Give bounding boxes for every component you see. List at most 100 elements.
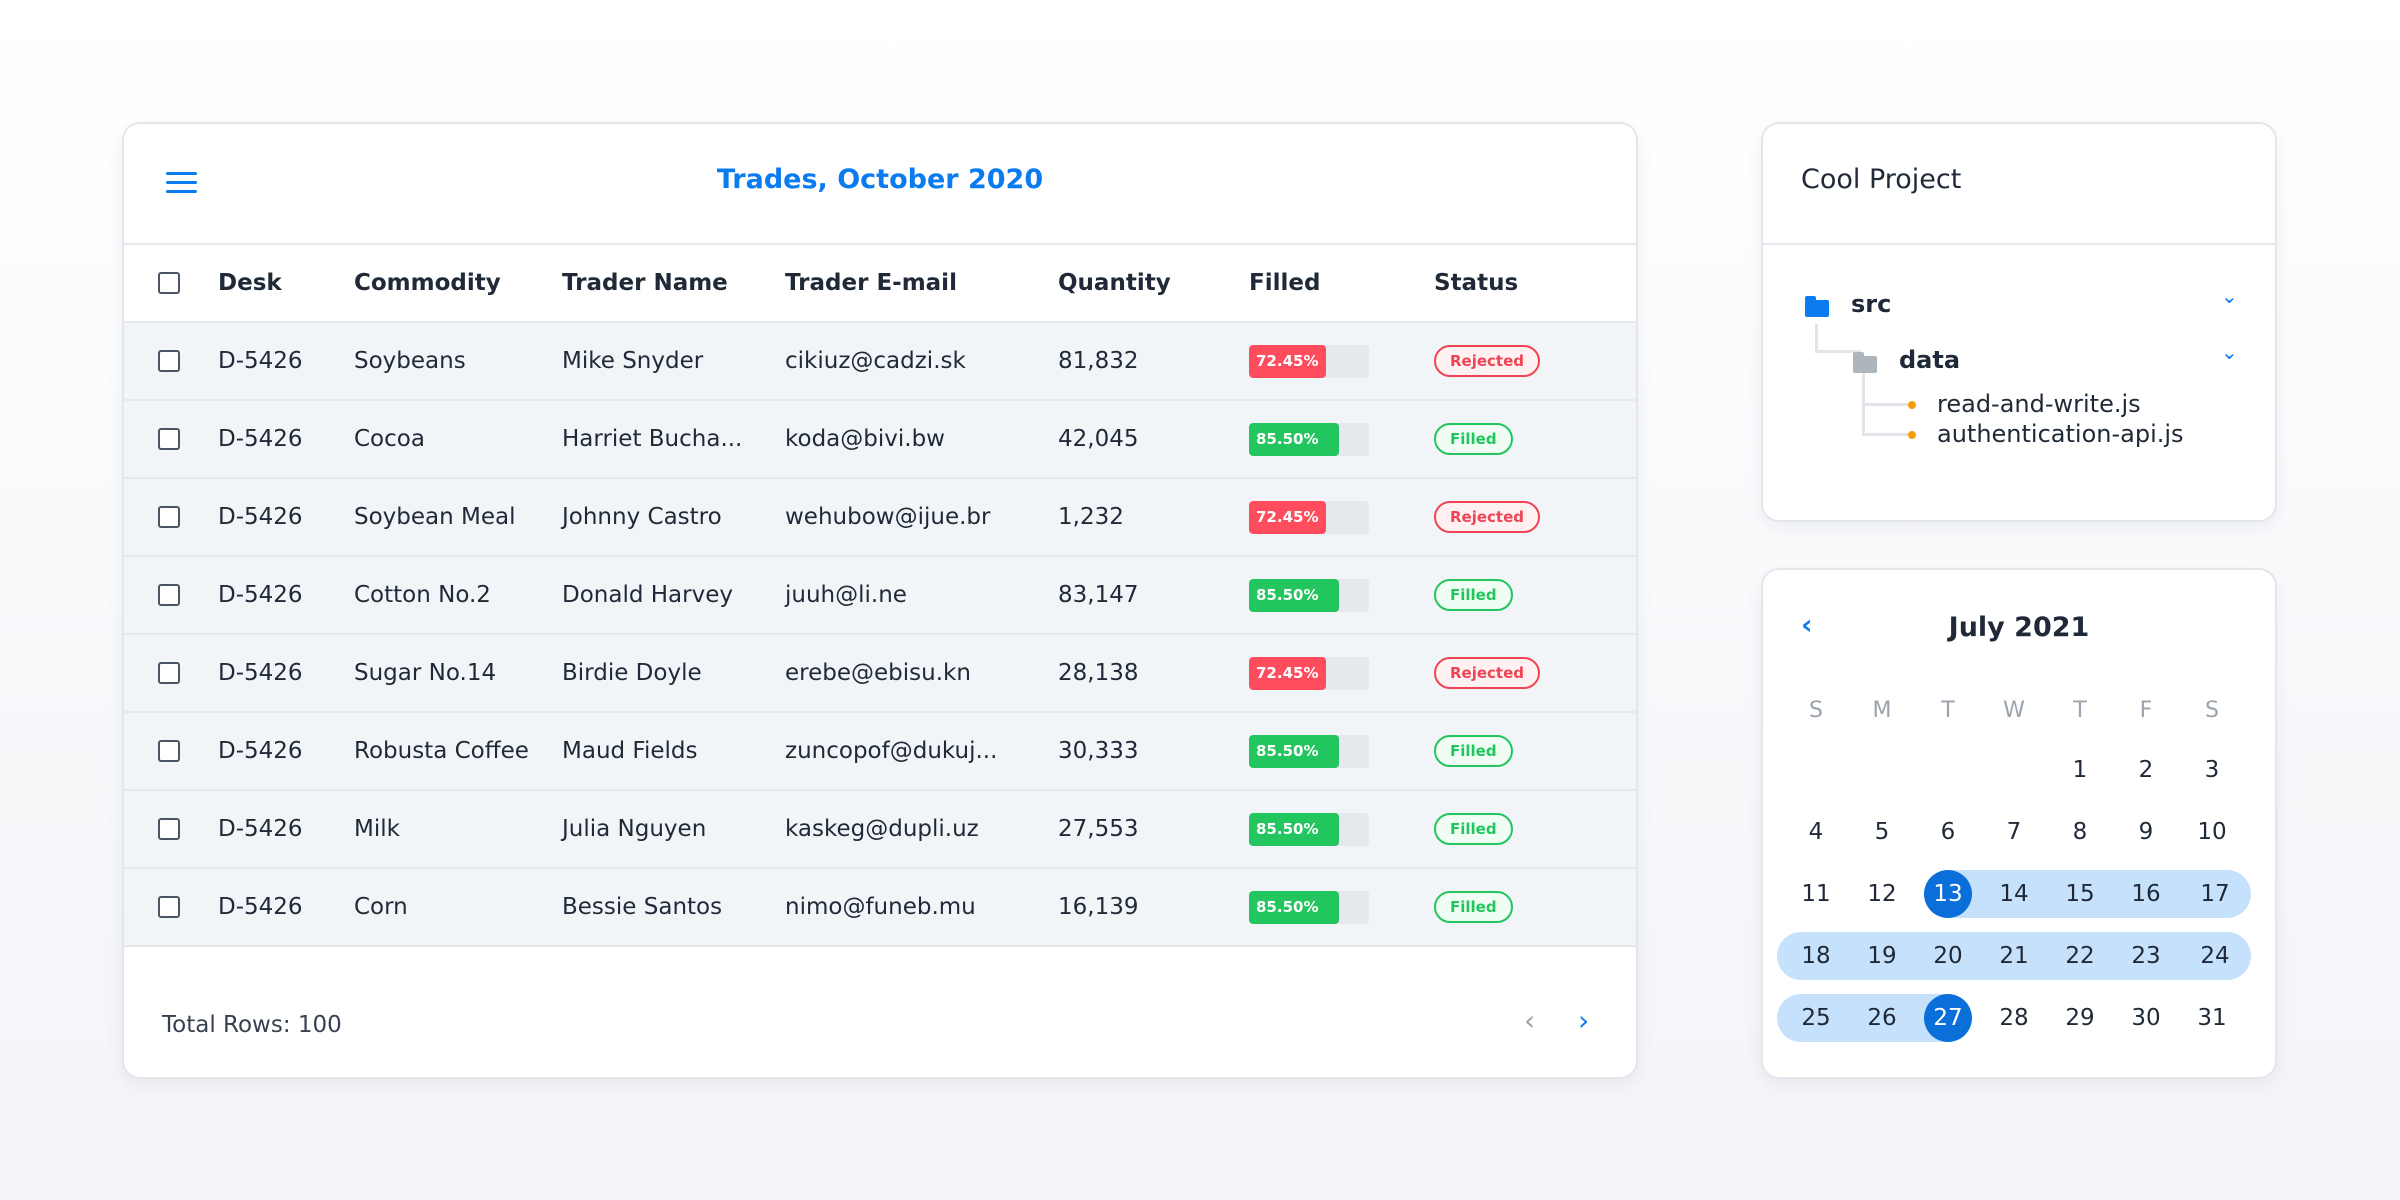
calendar-day[interactable]: 11 <box>1783 870 1849 918</box>
calendar-day[interactable]: 16 <box>2113 870 2179 918</box>
column-header-filled[interactable]: Filled <box>1249 270 1320 296</box>
weekday-label: S <box>1809 698 1823 723</box>
calendar-day[interactable]: 1 <box>2047 746 2113 794</box>
column-header-status[interactable]: Status <box>1434 270 1518 296</box>
calendar-day[interactable]: 19 <box>1849 932 1915 980</box>
column-header-desk[interactable]: Desk <box>218 270 282 296</box>
table-row[interactable]: D-5426 Corn Bessie Santos nimo@funeb.mu … <box>124 869 1636 947</box>
next-page-icon[interactable]: › <box>1578 1004 1589 1037</box>
quantity-cell: 30,333 <box>1058 738 1139 764</box>
status-badge: Filled <box>1434 735 1513 767</box>
calendar-day[interactable]: 14 <box>1981 870 2047 918</box>
calendar-day[interactable]: 20 <box>1915 932 1981 980</box>
filled-progress-bar: 85.50% <box>1249 734 1369 768</box>
chevron-down-icon[interactable]: ⌄ <box>2221 340 2238 364</box>
calendar-day[interactable]: 10 <box>2179 808 2245 856</box>
row-checkbox[interactable] <box>158 740 180 762</box>
calendar-day[interactable]: 2 <box>2113 746 2179 794</box>
trader-name-cell: Birdie Doyle <box>562 660 702 686</box>
trader-email-cell: kaskeg@dupli.uz <box>785 816 979 842</box>
desk-cell: D-5426 <box>218 816 303 842</box>
column-header-quantity[interactable]: Quantity <box>1058 270 1171 296</box>
trader-name-cell: Mike Snyder <box>562 348 704 374</box>
trader-email-cell: cikiuz@cadzi.sk <box>785 348 966 374</box>
calendar-day[interactable]: 18 <box>1777 932 1849 980</box>
status-badge: Filled <box>1434 423 1513 455</box>
quantity-cell: 16,139 <box>1058 894 1139 920</box>
row-checkbox[interactable] <box>158 584 180 606</box>
commodity-cell: Sugar No.14 <box>354 660 497 686</box>
commodity-cell: Milk <box>354 816 400 842</box>
row-checkbox[interactable] <box>158 818 180 840</box>
calendar-day[interactable]: 15 <box>2047 870 2113 918</box>
calendar-day[interactable]: 26 <box>1849 994 1915 1042</box>
commodity-cell: Cotton No.2 <box>354 582 491 608</box>
trader-name-cell: Julia Nguyen <box>562 816 707 842</box>
trader-name-cell: Bessie Santos <box>562 894 723 920</box>
calendar-day[interactable]: 27 <box>1915 994 1981 1042</box>
chevron-down-icon[interactable]: ⌄ <box>2221 284 2238 308</box>
calendar-day[interactable]: 29 <box>2047 994 2113 1042</box>
column-header-commodity[interactable]: Commodity <box>354 270 501 296</box>
trader-email-cell: zuncopof@dukuj... <box>785 738 998 764</box>
table-row[interactable]: D-5426 Robusta Coffee Maud Fields zuncop… <box>124 713 1636 791</box>
commodity-cell: Cocoa <box>354 426 425 452</box>
table-row[interactable]: D-5426 Soybeans Mike Snyder cikiuz@cadzi… <box>124 323 1636 401</box>
filled-progress-bar: 85.50% <box>1249 578 1369 612</box>
calendar-day[interactable]: 12 <box>1849 870 1915 918</box>
calendar-day[interactable]: 24 <box>2179 932 2251 980</box>
quantity-cell: 27,553 <box>1058 816 1139 842</box>
calendar-day[interactable]: 28 <box>1981 994 2047 1042</box>
calendar-day[interactable]: 25 <box>1777 994 1849 1042</box>
row-checkbox[interactable] <box>158 350 180 372</box>
trader-name-cell: Johnny Castro <box>562 504 722 530</box>
trader-email-cell: juuh@li.ne <box>785 582 907 608</box>
table-row[interactable]: D-5426 Soybean Meal Johnny Castro wehubo… <box>124 479 1636 557</box>
calendar-card: ‹ July 2021 S M T W T F S 1 2 3 4 5 6 7 8 9 10 11 12 13 14 15… <box>1761 568 2277 1079</box>
desk-cell: D-5426 <box>218 660 303 686</box>
commodity-cell: Soybean Meal <box>354 504 516 530</box>
calendar-day[interactable]: 21 <box>1981 932 2047 980</box>
column-header-trader-name[interactable]: Trader Name <box>562 270 728 296</box>
filled-progress-bar: 72.45% <box>1249 500 1369 534</box>
row-checkbox[interactable] <box>158 662 180 684</box>
table-row[interactable]: D-5426 Cotton No.2 Donald Harvey juuh@li… <box>124 557 1636 635</box>
desk-cell: D-5426 <box>218 738 303 764</box>
filled-progress-fill: 72.45% <box>1249 656 1326 690</box>
calendar-month-title: July 2021 <box>1948 612 2090 643</box>
calendar-day[interactable]: 6 <box>1915 808 1981 856</box>
column-header-trader-email[interactable]: Trader E-mail <box>785 270 957 296</box>
table-row[interactable]: D-5426 Sugar No.14 Birdie Doyle erebe@eb… <box>124 635 1636 713</box>
filled-progress-fill: 72.45% <box>1249 344 1326 378</box>
filled-progress-fill: 85.50% <box>1249 578 1340 612</box>
calendar-day[interactable]: 23 <box>2113 932 2179 980</box>
folder-icon <box>1853 352 1877 373</box>
filled-progress-bar: 85.50% <box>1249 890 1369 924</box>
calendar-day[interactable]: 8 <box>2047 808 2113 856</box>
select-all-checkbox[interactable] <box>158 272 180 294</box>
calendar-day[interactable]: 31 <box>2179 994 2245 1042</box>
calendar-day[interactable]: 17 <box>2179 870 2251 918</box>
calendar-day[interactable]: 4 <box>1783 808 1849 856</box>
calendar-day[interactable]: 3 <box>2179 746 2245 794</box>
calendar-day[interactable]: 9 <box>2113 808 2179 856</box>
calendar-day[interactable]: 5 <box>1849 808 1915 856</box>
table-row[interactable]: D-5426 Cocoa Harriet Bucha... koda@bivi.… <box>124 401 1636 479</box>
calendar-day[interactable]: 30 <box>2113 994 2179 1042</box>
quantity-cell: 83,147 <box>1058 582 1139 608</box>
weekday-label: S <box>2205 698 2219 723</box>
commodity-cell: Corn <box>354 894 408 920</box>
commodity-cell: Soybeans <box>354 348 466 374</box>
file-dot-icon <box>1908 401 1916 409</box>
row-checkbox[interactable] <box>158 896 180 918</box>
status-badge: Filled <box>1434 813 1513 845</box>
status-badge: Rejected <box>1434 657 1541 689</box>
row-checkbox[interactable] <box>158 506 180 528</box>
calendar-day[interactable]: 13 <box>1915 870 1981 918</box>
previous-page-icon[interactable]: ‹ <box>1524 1004 1535 1037</box>
table-row[interactable]: D-5426 Milk Julia Nguyen kaskeg@dupli.uz… <box>124 791 1636 869</box>
calendar-day[interactable]: 7 <box>1981 808 2047 856</box>
row-checkbox[interactable] <box>158 428 180 450</box>
calendar-day[interactable]: 22 <box>2047 932 2113 980</box>
trader-email-cell: koda@bivi.bw <box>785 426 945 452</box>
